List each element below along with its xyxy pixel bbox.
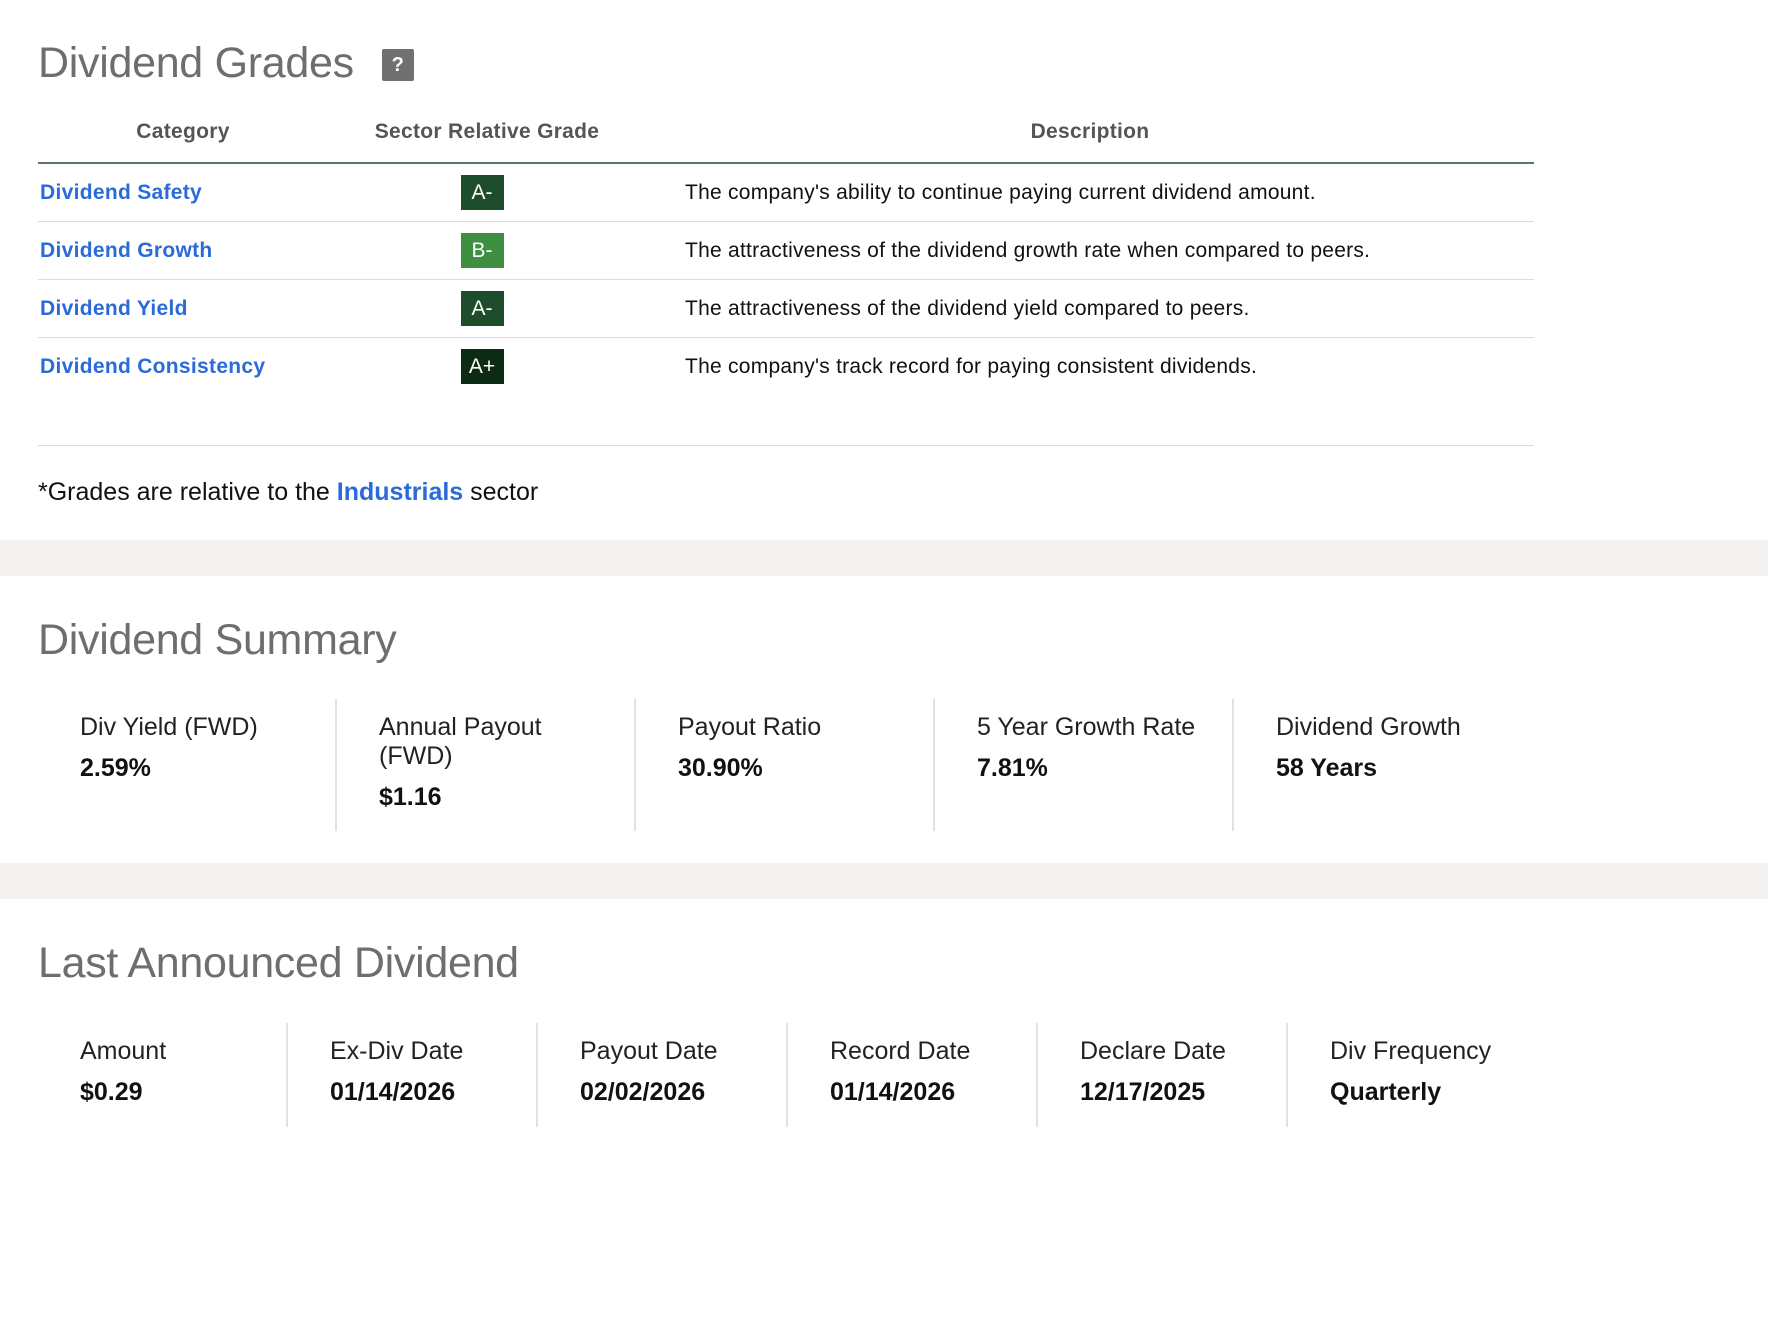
last-announced-dividend-title: Last Announced Dividend: [38, 939, 519, 987]
dividend-grades-section: Dividend Grades ? Category Sector Relati…: [0, 0, 1768, 540]
metric-declare-date: Declare Date 12/17/2025: [1038, 1023, 1288, 1127]
metric-value: 02/02/2026: [580, 1078, 706, 1106]
category-link-dividend-yield[interactable]: Dividend Yield: [40, 297, 188, 320]
metric-dividend-growth: Dividend Growth 58 Years: [1234, 699, 1533, 831]
sector-footnote: *Grades are relative to the Industrials …: [38, 478, 1732, 507]
metric-value: $0.29: [80, 1078, 143, 1106]
metric-label: Payout Date: [580, 1037, 718, 1065]
metric-label: Div Yield (FWD): [80, 713, 258, 741]
metric-label: Dividend Growth: [1276, 713, 1461, 741]
metric-ex-div-date: Ex-Div Date 01/14/2026: [288, 1023, 538, 1127]
grade-description: The company's track record for paying co…: [685, 354, 1258, 378]
dividend-grades-header: Dividend Grades ?: [38, 0, 1732, 90]
grades-table-header-row: Category Sector Relative Grade Descripti…: [38, 102, 1534, 164]
metric-label: Declare Date: [1080, 1037, 1226, 1065]
category-link-dividend-safety[interactable]: Dividend Safety: [40, 181, 202, 204]
metric-label: Div Frequency: [1330, 1037, 1492, 1065]
metric-5-year-growth-rate: 5 Year Growth Rate 7.81%: [935, 699, 1234, 831]
last-dividend-metrics: Amount $0.29 Ex-Div Date 01/14/2026 Payo…: [38, 1023, 1732, 1127]
column-header-grade: Sector Relative Grade: [328, 102, 646, 164]
metric-label: Ex-Div Date: [330, 1037, 464, 1065]
metric-value: $1.16: [379, 783, 442, 811]
grade-row-dividend-consistency: Dividend Consistency A+ The company's tr…: [38, 338, 1534, 396]
metric-value: 01/14/2026: [830, 1078, 956, 1106]
metric-annual-payout-fwd: Annual Payout (FWD) $1.16: [337, 699, 636, 831]
section-separator: [0, 540, 1768, 576]
category-link-dividend-growth[interactable]: Dividend Growth: [40, 239, 213, 262]
column-header-category: Category: [38, 102, 328, 164]
dividend-summary-section: Dividend Summary Div Yield (FWD) 2.59% A…: [0, 576, 1768, 863]
grade-badge: B-: [460, 233, 504, 268]
last-announced-dividend-section: Last Announced Dividend Amount $0.29 Ex-…: [0, 899, 1768, 1319]
metric-value: 7.81%: [977, 754, 1048, 782]
metric-value: 2.59%: [80, 754, 151, 782]
metric-payout-date: Payout Date 02/02/2026: [538, 1023, 788, 1127]
metric-value: 58 Years: [1276, 754, 1378, 782]
column-header-description: Description: [646, 102, 1534, 164]
footnote-prefix: *Grades are relative to the: [38, 478, 337, 506]
sector-link-industrials[interactable]: Industrials: [337, 478, 463, 506]
metric-label: Amount: [80, 1037, 167, 1065]
metric-amount: Amount $0.29: [38, 1023, 288, 1127]
divider: [38, 445, 1534, 446]
metric-value: 30.90%: [678, 754, 763, 782]
grade-row-dividend-yield: Dividend Yield A- The attractiveness of …: [38, 279, 1534, 338]
grade-description: The attractiveness of the dividend growt…: [646, 221, 1534, 280]
metric-payout-ratio: Payout Ratio 30.90%: [636, 699, 935, 831]
category-link-dividend-consistency[interactable]: Dividend Consistency: [40, 355, 265, 378]
metric-value: 12/17/2025: [1080, 1078, 1206, 1106]
grade-row-dividend-safety: Dividend Safety A- The company's ability…: [38, 163, 1534, 222]
help-icon[interactable]: ?: [381, 49, 414, 81]
dividend-summary-title: Dividend Summary: [38, 616, 397, 664]
metric-label: Payout Ratio: [678, 713, 822, 741]
metric-label: Record Date: [830, 1037, 971, 1065]
grade-badge: A-: [460, 291, 504, 326]
metric-div-yield-fwd: Div Yield (FWD) 2.59%: [38, 699, 337, 831]
metric-label: Annual Payout (FWD): [379, 713, 542, 770]
grade-badge: A-: [460, 175, 504, 210]
metric-record-date: Record Date 01/14/2026: [788, 1023, 1038, 1127]
summary-metrics: Div Yield (FWD) 2.59% Annual Payout (FWD…: [38, 699, 1732, 831]
dividend-grades-title: Dividend Grades: [38, 38, 354, 87]
metric-label: 5 Year Growth Rate: [977, 713, 1196, 741]
footnote-suffix: sector: [463, 478, 539, 506]
section-separator: [0, 863, 1768, 899]
metric-div-frequency: Div Frequency Quarterly: [1288, 1023, 1538, 1127]
grade-badge: A+: [460, 349, 504, 384]
grade-row-dividend-growth: Dividend Growth B- The attractiveness of…: [38, 221, 1534, 280]
metric-value: 01/14/2026: [330, 1078, 456, 1106]
grade-description: The company's ability to continue paying…: [646, 163, 1534, 222]
grades-table: Category Sector Relative Grade Descripti…: [38, 102, 1534, 395]
grade-description: The attractiveness of the dividend yield…: [646, 279, 1534, 338]
metric-value: Quarterly: [1330, 1078, 1442, 1106]
